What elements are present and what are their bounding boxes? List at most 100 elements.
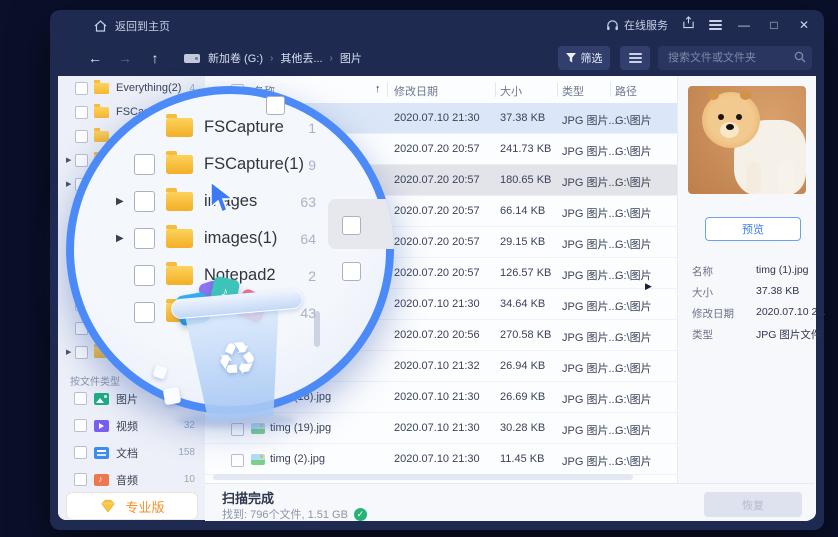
recover-button[interactable]: 恢复 bbox=[704, 492, 802, 517]
magnified-tree-item: ▶ FSCapture(1) 9 bbox=[116, 146, 316, 183]
checkbox[interactable] bbox=[74, 419, 87, 432]
sort-ascending-icon[interactable]: ↑ bbox=[375, 83, 381, 95]
menu-button[interactable] bbox=[709, 18, 722, 33]
filetype-item[interactable]: 音频 10 bbox=[58, 466, 205, 493]
preview-image bbox=[688, 86, 806, 194]
detail-value: JPG 图片文件 bbox=[756, 327, 821, 342]
filetype-item[interactable]: 文档 158 bbox=[58, 439, 205, 466]
cell-type: JPG 图片... bbox=[562, 143, 618, 159]
column-header-type[interactable]: 类型 bbox=[562, 83, 584, 99]
table-row[interactable]: timg (2).jpg 2020.07.10 21:30 11.45 KB J… bbox=[205, 444, 677, 475]
column-header-size[interactable]: 大小 bbox=[500, 83, 522, 99]
breadcrumb-folder[interactable]: 其他丢... bbox=[280, 50, 322, 66]
cell-size: 34.64 KB bbox=[500, 298, 545, 310]
filetype-icon bbox=[94, 393, 109, 405]
cell-date: 2020.07.20 20:56 bbox=[394, 329, 480, 341]
nav-forward-button[interactable]: → bbox=[110, 50, 140, 66]
view-mode-button[interactable] bbox=[620, 46, 650, 70]
folder-icon bbox=[166, 192, 193, 211]
expand-arrow-icon[interactable]: ▶ bbox=[66, 156, 75, 164]
row-checkbox[interactable] bbox=[231, 454, 244, 467]
nav-back-button[interactable]: ← bbox=[80, 50, 110, 66]
screen: 返回到主页 在线服务 — □ ✕ ← → ↑ 新加卷 (G:) › 其 bbox=[0, 0, 838, 537]
filter-button[interactable]: 筛选 bbox=[558, 46, 610, 70]
magnified-count: 43 bbox=[300, 305, 316, 321]
share-icon bbox=[682, 16, 695, 29]
checkbox[interactable] bbox=[75, 106, 88, 119]
column-header-date[interactable]: 修改日期 bbox=[394, 83, 438, 99]
pro-version-button[interactable]: 专业版 bbox=[66, 492, 198, 520]
column-header-path[interactable]: 路径 bbox=[615, 83, 637, 99]
share-button[interactable] bbox=[682, 16, 695, 34]
checkbox[interactable] bbox=[75, 346, 88, 359]
search-input[interactable] bbox=[658, 46, 812, 70]
checkbox bbox=[134, 302, 155, 323]
filter-label: 筛选 bbox=[581, 50, 603, 66]
cell-size: 26.69 KB bbox=[500, 391, 545, 403]
detail-value: 2020.07.10 2... bbox=[756, 306, 826, 318]
checkbox[interactable] bbox=[75, 130, 88, 143]
cell-type: JPG 图片... bbox=[562, 236, 618, 252]
filetype-count: 10 bbox=[184, 474, 195, 485]
nav-up-button[interactable]: ↑ bbox=[140, 50, 170, 66]
checkbox bbox=[134, 265, 155, 286]
checkbox[interactable] bbox=[75, 154, 88, 167]
minimize-button[interactable]: — bbox=[736, 18, 752, 32]
checkbox[interactable] bbox=[74, 473, 87, 486]
magnified-count: 1 bbox=[308, 120, 316, 136]
filetype-icon bbox=[94, 474, 109, 486]
debris-cube bbox=[163, 387, 182, 406]
mouse-cursor-icon bbox=[208, 180, 238, 214]
cell-date: 2020.07.20 20:57 bbox=[394, 267, 480, 279]
back-to-home[interactable]: 返回到主页 bbox=[94, 18, 170, 34]
breadcrumb-current[interactable]: 图片 bbox=[340, 50, 362, 66]
expand-arrow-icon: ▶ bbox=[116, 233, 134, 244]
checkbox[interactable] bbox=[74, 392, 87, 405]
filetype-label: 视频 bbox=[116, 418, 138, 434]
headset-icon bbox=[606, 19, 619, 32]
cell-date: 2020.07.20 20:57 bbox=[394, 143, 480, 155]
cell-type: JPG 图片... bbox=[562, 205, 618, 221]
collapse-panel-arrow[interactable]: ▶ bbox=[645, 281, 652, 292]
close-button[interactable]: ✕ bbox=[796, 18, 812, 32]
cell-date: 2020.07.10 21:30 bbox=[394, 298, 480, 310]
pro-version-label: 专业版 bbox=[125, 497, 164, 516]
checkbox bbox=[134, 228, 155, 249]
success-check-icon: ✓ bbox=[354, 508, 367, 521]
maximize-button[interactable]: □ bbox=[766, 18, 782, 32]
cell-type: JPG 图片... bbox=[562, 453, 618, 469]
cell-size: 29.15 KB bbox=[500, 236, 545, 248]
folder-icon bbox=[166, 118, 193, 137]
magnified-checkbox bbox=[368, 96, 387, 115]
cell-path: G:\图片 bbox=[615, 205, 652, 221]
cell-size: 241.73 KB bbox=[500, 143, 551, 155]
filetype-item[interactable]: 视频 32 bbox=[58, 412, 205, 439]
filetype-label: 音频 bbox=[116, 472, 138, 488]
online-service[interactable]: 在线服务 bbox=[606, 17, 668, 33]
detail-row: 大小 37.38 KB bbox=[678, 281, 814, 302]
magnified-checkbox bbox=[342, 216, 361, 235]
cell-type: JPG 图片... bbox=[562, 360, 618, 376]
checkbox bbox=[134, 154, 155, 175]
status-bar: 扫描完成 找到: 796个文件, 1.51 GB ✓ 恢复 bbox=[205, 483, 814, 521]
file-details: 名称 timg (1).jpg 大小 37.38 KB 修改日期 2020.07… bbox=[678, 260, 814, 344]
column-divider bbox=[495, 82, 496, 97]
list-view-icon bbox=[629, 51, 642, 66]
preview-button[interactable]: 预览 bbox=[705, 217, 801, 241]
home-icon bbox=[94, 20, 107, 32]
folder-icon bbox=[94, 107, 109, 118]
column-divider bbox=[610, 82, 611, 97]
magnified-count: 9 bbox=[308, 157, 316, 173]
folder-icon bbox=[166, 155, 193, 174]
checkbox[interactable] bbox=[75, 82, 88, 95]
horizontal-scrollbar[interactable] bbox=[213, 474, 633, 480]
expand-arrow-icon[interactable]: ▶ bbox=[66, 180, 75, 188]
breadcrumb-volume[interactable]: 新加卷 (G:) bbox=[208, 50, 263, 66]
toolbar: ← → ↑ 新加卷 (G:) › 其他丢... › 图片 筛选 bbox=[50, 40, 824, 76]
cell-size: 270.58 KB bbox=[500, 329, 551, 341]
folder-icon bbox=[166, 229, 193, 248]
checkbox[interactable] bbox=[74, 446, 87, 459]
expand-arrow-icon[interactable]: ▶ bbox=[66, 348, 75, 356]
detail-row: 名称 timg (1).jpg bbox=[678, 260, 814, 281]
magnified-checkbox bbox=[342, 262, 361, 281]
